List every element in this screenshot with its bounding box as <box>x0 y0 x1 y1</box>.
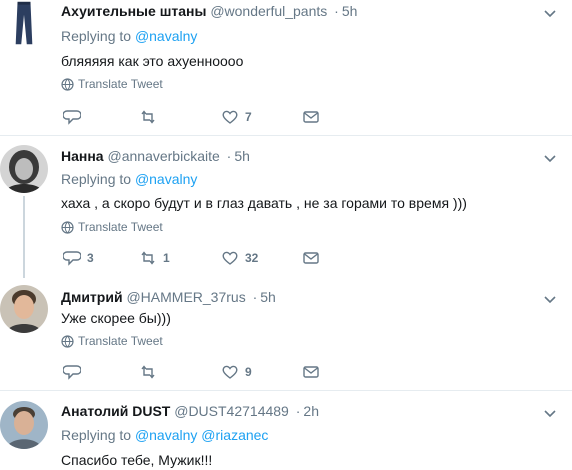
envelope-icon <box>303 366 319 378</box>
reply-count: 3 <box>87 251 94 265</box>
mention-link[interactable]: @riazanec <box>201 427 268 443</box>
thread-line <box>23 196 25 278</box>
chevron-down-icon[interactable] <box>542 150 558 166</box>
separator-dot: · <box>252 289 258 305</box>
tweet-2[interactable]: Hанна @annaverbickaite · 5h Replying to @… <box>0 142 572 278</box>
pants-avatar-icon <box>1 0 47 48</box>
timestamp[interactable]: 5h <box>260 289 276 305</box>
translate-tweet-link[interactable]: Translate Tweet <box>61 77 163 91</box>
translate-label: Translate Tweet <box>78 77 163 91</box>
tweet-3[interactable]: Дмитрий @HAMMER_37rus · 5h Уже скорее бы)… <box>0 283 572 383</box>
timestamp[interactable]: 2h <box>303 403 319 419</box>
tweet-header: Дмитрий @HAMMER_37rus · 5h <box>61 289 276 305</box>
tweet-text: бляяяяя как это ахуенноооо <box>61 53 244 69</box>
translate-label: Translate Tweet <box>78 334 163 348</box>
globe-icon <box>61 334 74 348</box>
tweet-text: Уже скорее бы))) <box>61 310 171 326</box>
display-name[interactable]: Hанна <box>61 148 104 164</box>
tweet-header: Hанна @annaverbickaite · 5h <box>61 148 250 164</box>
like-button[interactable]: 32 <box>221 249 258 267</box>
reply-button[interactable]: 3 <box>63 249 94 267</box>
tweet-4[interactable]: Анатолий DUST @DUST42714489 · 2h Replying… <box>0 397 572 470</box>
user-avatar[interactable] <box>0 145 48 193</box>
retweet-button[interactable] <box>139 363 163 381</box>
tweet-actions: 7 <box>61 108 331 126</box>
user-handle[interactable]: @DUST42714489 <box>174 403 289 419</box>
retweet-icon <box>141 365 155 379</box>
reply-button[interactable] <box>63 363 87 381</box>
direct-message-button[interactable] <box>302 363 320 381</box>
separator-dot: · <box>334 3 339 19</box>
retweet-button[interactable] <box>139 108 163 126</box>
tweet-text: хаха , а скоро будут и в глаз давать , н… <box>61 195 467 211</box>
translate-tweet-link[interactable]: Translate Tweet <box>61 220 163 234</box>
globe-icon <box>61 220 74 234</box>
mention-link[interactable]: @navalny <box>135 28 197 44</box>
reply-icon <box>63 251 81 266</box>
like-count: 7 <box>245 110 252 124</box>
timestamp[interactable]: 5h <box>234 148 250 164</box>
replying-to: Replying to @navalny <box>61 28 197 44</box>
replying-to: Replying to @navalny <box>61 171 197 187</box>
man-avatar-2-icon <box>0 401 48 449</box>
reply-icon <box>63 365 81 380</box>
user-handle[interactable]: @annaverbickaite <box>108 148 220 164</box>
like-count: 32 <box>245 251 259 265</box>
divider <box>0 135 572 136</box>
retweet-count: 1 <box>163 251 170 265</box>
retweet-icon <box>141 110 155 124</box>
separator-dot: · <box>226 148 232 164</box>
chevron-down-icon[interactable] <box>542 405 558 421</box>
retweet-button[interactable]: 1 <box>139 249 170 267</box>
user-handle[interactable]: @HAMMER_37rus <box>126 289 245 305</box>
divider <box>0 390 572 391</box>
user-avatar[interactable] <box>0 401 48 449</box>
chevron-down-icon[interactable] <box>542 291 558 307</box>
chevron-down-icon[interactable] <box>542 5 558 21</box>
envelope-icon <box>303 252 319 264</box>
timestamp[interactable]: 5h <box>342 3 358 19</box>
translate-tweet-link[interactable]: Translate Tweet <box>61 334 163 348</box>
replying-label: Replying to <box>61 171 132 187</box>
reply-icon <box>63 110 81 125</box>
replying-to: Replying to @navalny @riazanec <box>61 427 268 443</box>
display-name[interactable]: Анатолий DUST <box>61 403 170 419</box>
like-button[interactable]: 9 <box>221 363 252 381</box>
tweet-1[interactable]: Ахуительные штаны @wonderful_pants · 5h R… <box>0 0 572 125</box>
user-avatar[interactable] <box>0 285 48 333</box>
man-avatar-icon <box>0 285 48 333</box>
display-name[interactable]: Дмитрий <box>61 289 123 305</box>
envelope-icon <box>303 111 319 123</box>
replying-label: Replying to <box>61 427 132 443</box>
like-button[interactable]: 7 <box>221 108 252 126</box>
mention-link[interactable]: @navalny <box>135 171 197 187</box>
reply-button[interactable] <box>63 108 87 126</box>
heart-icon <box>222 110 238 124</box>
mention-link[interactable]: @navalny <box>135 427 197 443</box>
tweet-actions: 3 1 32 <box>61 249 331 267</box>
globe-icon <box>61 77 74 91</box>
tweet-header: Ахуительные штаны @wonderful_pants · 5h <box>61 3 357 19</box>
like-count: 9 <box>245 365 252 379</box>
user-handle[interactable]: @wonderful_pants <box>210 3 327 19</box>
replying-label: Replying to <box>61 28 132 44</box>
heart-icon <box>222 251 238 265</box>
translate-label: Translate Tweet <box>78 220 163 234</box>
tweet-text: Спасибо тебе, Мужик!!! <box>61 452 213 468</box>
tweet-actions: 9 <box>61 363 331 381</box>
user-avatar[interactable] <box>0 0 48 52</box>
direct-message-button[interactable] <box>302 108 320 126</box>
direct-message-button[interactable] <box>302 249 320 267</box>
retweet-icon <box>141 251 155 265</box>
woman-avatar-icon <box>0 145 48 193</box>
tweet-header: Анатолий DUST @DUST42714489 · 2h <box>61 403 319 419</box>
separator-dot: · <box>295 403 301 419</box>
display-name[interactable]: Ахуительные штаны <box>61 3 206 19</box>
heart-icon <box>222 365 238 379</box>
